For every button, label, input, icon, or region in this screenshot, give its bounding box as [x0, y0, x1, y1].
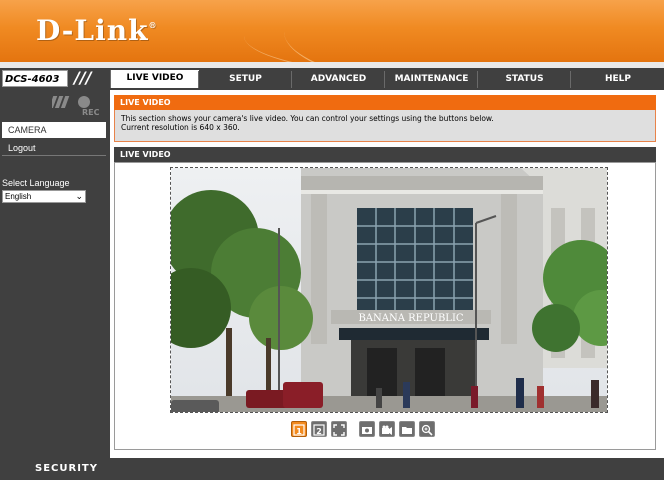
record-icon	[382, 425, 392, 435]
section-description: This section shows your camera's live vi…	[114, 110, 656, 142]
stream-1-button[interactable]: 1	[291, 421, 307, 437]
language-value: English	[5, 192, 32, 201]
section-title: LIVE VIDEO	[114, 95, 656, 110]
tab-setup[interactable]: SETUP	[198, 71, 292, 88]
language-label: Select Language	[2, 178, 70, 188]
store-sign-text: BANANA REPUBLIC	[358, 313, 463, 324]
storage-folder-icon	[402, 427, 412, 434]
sidebar-item-logout[interactable]: Logout	[2, 140, 106, 156]
logo-text: D-Link	[36, 14, 149, 47]
tab-help[interactable]: HELP	[570, 71, 664, 88]
tab-maintenance[interactable]: MAINTENANCE	[384, 71, 478, 88]
record-button[interactable]	[379, 421, 395, 437]
stream-2-button[interactable]: 2	[311, 421, 327, 437]
description-line-2: Current resolution is 640 x 360.	[121, 123, 240, 132]
digital-zoom-button[interactable]	[419, 421, 435, 437]
description-line-1: This section shows your camera's live vi…	[121, 114, 494, 123]
main-content: LIVE VIDEO This section shows your camer…	[114, 90, 656, 458]
live-video-title: LIVE VIDEO	[114, 147, 656, 162]
top-nav: DCS-4603 /// LIVE VIDEO SETUP ADVANCED M…	[0, 62, 664, 90]
rec-indicator-icon: REC	[52, 96, 100, 116]
snapshot-button[interactable]	[359, 421, 375, 437]
rec-label: REC	[82, 108, 100, 116]
chevron-down-icon: ⌄	[75, 191, 83, 201]
header-banner: D-Link®	[0, 0, 664, 62]
snapshot-icon	[362, 427, 372, 434]
stream-1-label: 1	[296, 427, 302, 436]
footer-security-label: SECURITY	[35, 463, 98, 474]
language-select[interactable]: English ⌄	[2, 190, 86, 203]
tab-status[interactable]: STATUS	[477, 71, 571, 88]
tab-advanced[interactable]: ADVANCED	[291, 71, 385, 88]
model-name: DCS-4603	[2, 70, 68, 87]
digital-zoom-icon	[421, 424, 433, 436]
footer: SECURITY	[0, 458, 664, 480]
sidebar: REC CAMERA Logout Select Language Englis…	[0, 90, 110, 458]
live-video-panel: BANANA REPUBLIC 1 2	[114, 162, 656, 450]
video-stream[interactable]: BANANA REPUBLIC	[170, 167, 608, 413]
registered-mark: ®	[148, 20, 158, 30]
model-divider: ///	[74, 68, 92, 87]
stream-2-label: 2	[316, 427, 322, 436]
storage-folder-button[interactable]	[399, 421, 415, 437]
dlink-logo: D-Link®	[36, 14, 158, 47]
stream-2-icon: 2	[313, 424, 325, 436]
header-wave-decoration-2	[244, 0, 664, 62]
fullscreen-icon	[333, 424, 345, 436]
fullscreen-button[interactable]	[331, 421, 347, 437]
sidebar-item-camera[interactable]: CAMERA	[2, 122, 106, 138]
tab-live-video[interactable]: LIVE VIDEO	[110, 70, 199, 88]
video-frame-image: BANANA REPUBLIC	[171, 168, 607, 412]
nav-stripe	[0, 62, 664, 68]
stream-1-icon: 1	[293, 424, 305, 436]
